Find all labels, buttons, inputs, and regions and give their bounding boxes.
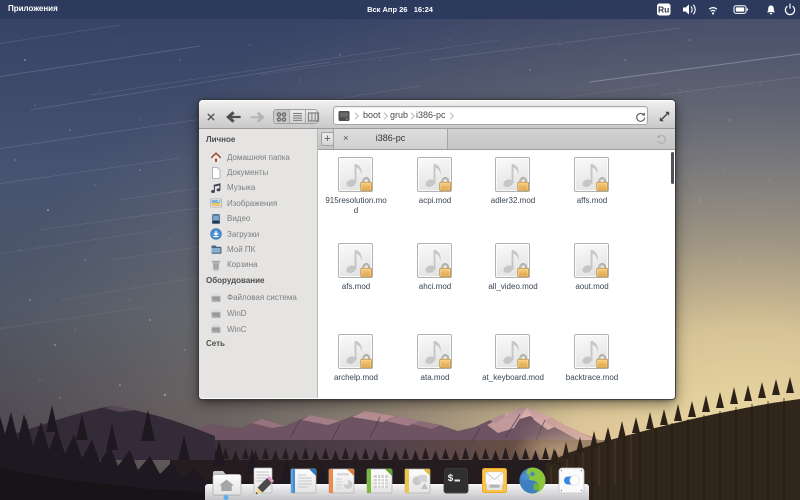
svg-text:Ru: Ru: [658, 5, 669, 15]
svg-text:$: $: [448, 473, 454, 485]
